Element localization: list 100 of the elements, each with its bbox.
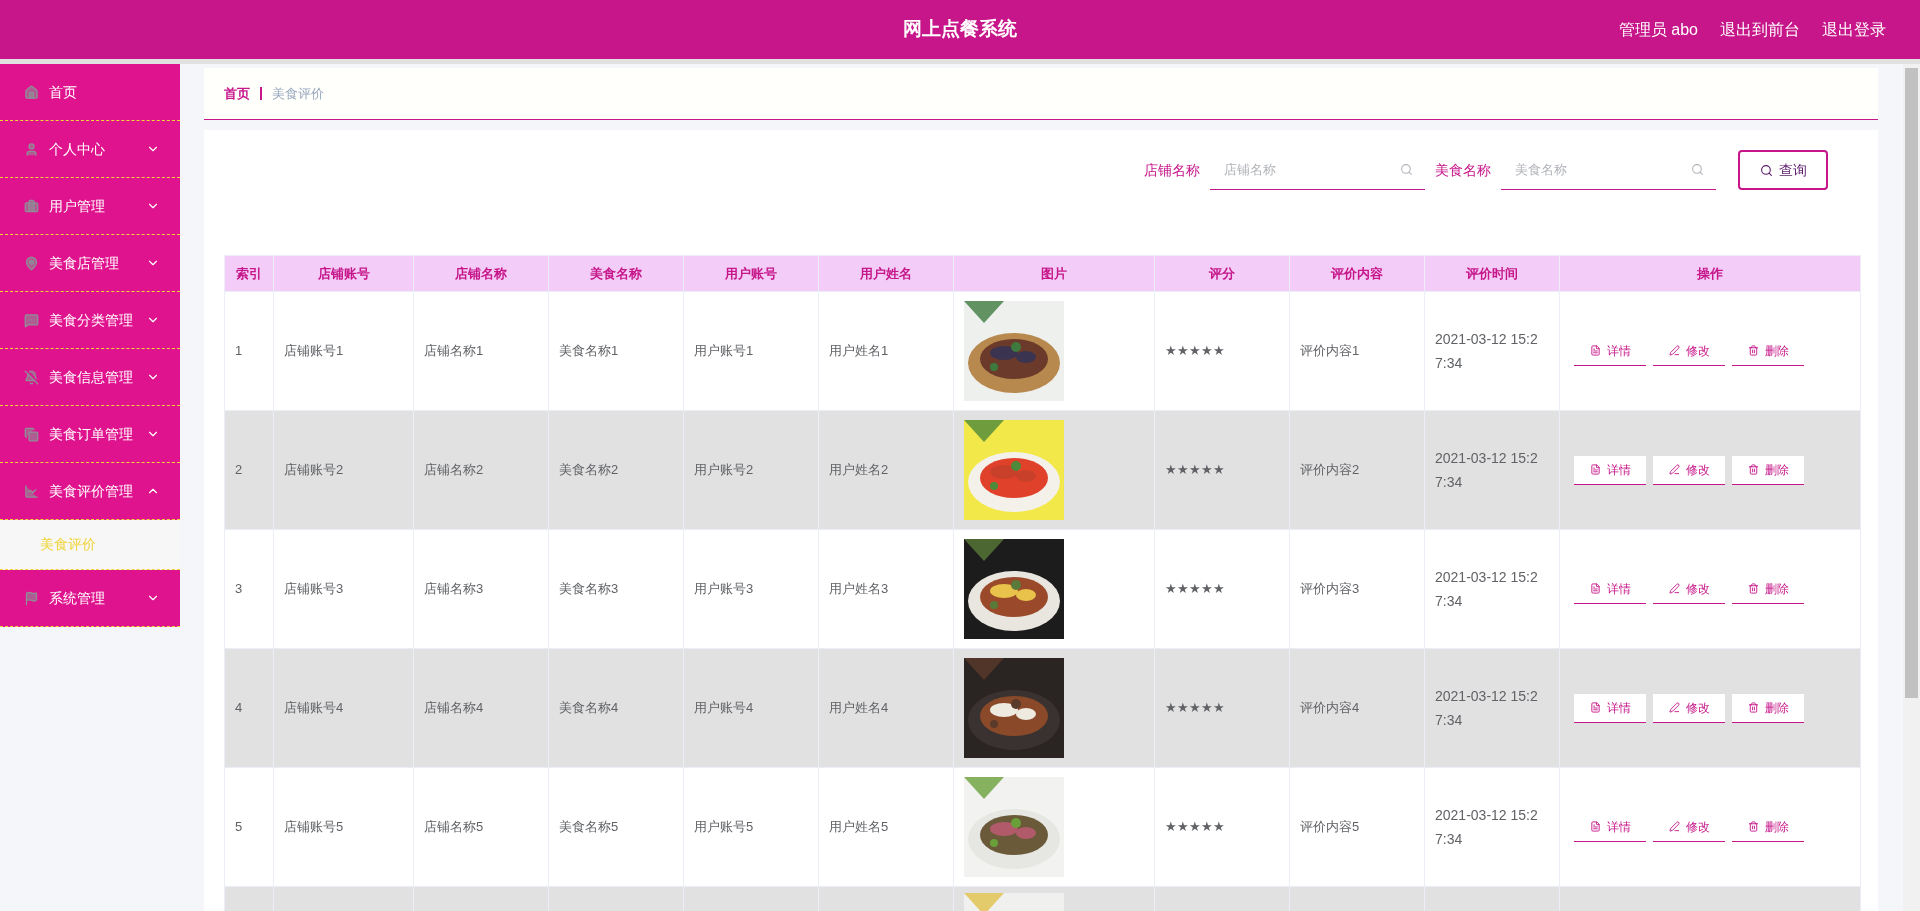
table-cell: 店铺账号1: [273, 291, 414, 411]
table-cell: 2021-03-12 15:27:34: [1424, 529, 1560, 649]
table-cell: 店铺账号4: [273, 648, 414, 768]
briefcase-icon: [24, 198, 39, 214]
sidebar-item[interactable]: 美食分类管理: [0, 292, 180, 349]
table-cell: 美食名称5: [548, 767, 684, 887]
search-icon: [1691, 163, 1704, 176]
sidebar-item[interactable]: 美食订单管理: [0, 406, 180, 463]
copy-icon: [24, 426, 39, 442]
pen-icon: [1668, 583, 1680, 594]
table-cell: 2: [224, 410, 274, 530]
action-button[interactable]: 删除: [1732, 455, 1804, 485]
header-link[interactable]: 退出登录: [1822, 17, 1886, 42]
trash-icon: [1747, 702, 1759, 713]
column-header: 评价时间: [1424, 255, 1560, 292]
column-header: 评价内容: [1289, 255, 1425, 292]
rating-cell: ★★★★★: [1154, 767, 1290, 887]
search-field[interactable]: 店铺名称: [1210, 150, 1425, 190]
document-icon: [1589, 464, 1601, 475]
rating-cell: ★★★★★: [1154, 410, 1290, 530]
action-button[interactable]: 详情: [1574, 455, 1646, 485]
table-cell: 店铺账号2: [273, 410, 414, 530]
table-cell: 用户账号2: [683, 410, 819, 530]
action-button[interactable]: 修改: [1653, 693, 1725, 723]
action-button[interactable]: 修改: [1653, 455, 1725, 485]
pen-icon: [1668, 702, 1680, 713]
table-cell: 店铺名称2: [413, 410, 549, 530]
pen-icon: [1668, 464, 1680, 475]
table-cell: 评价内容5: [1289, 767, 1425, 887]
header-link[interactable]: 退出到前台: [1720, 17, 1800, 42]
home-icon: [24, 84, 39, 100]
table-cell: 评价内容4: [1289, 648, 1425, 768]
search-icon: [1400, 163, 1413, 176]
field-label: 美食名称: [1435, 160, 1491, 180]
table-cell: 用户姓名1: [818, 291, 954, 411]
table-cell: 评价内容2: [1289, 410, 1425, 530]
field-label: 店铺名称: [1144, 160, 1200, 180]
column-header: 店铺账号: [273, 255, 414, 292]
sidebar-item[interactable]: 系统管理: [0, 570, 180, 627]
table-cell: 店铺名称1: [413, 291, 549, 411]
pin-icon: [24, 255, 39, 271]
breadcrumb-link[interactable]: 首页: [224, 83, 250, 104]
sidebar-item[interactable]: 美食信息管理: [0, 349, 180, 406]
column-header: 用户账号: [683, 255, 819, 292]
column-header: 用户姓名: [818, 255, 954, 292]
search-field[interactable]: 美食名称: [1501, 150, 1716, 190]
search-icon: [1759, 163, 1773, 177]
sidebar-item[interactable]: 美食店管理: [0, 235, 180, 292]
trash-icon: [1747, 464, 1759, 475]
table-cell: 4: [224, 648, 274, 768]
table-cell: 用户账号5: [683, 767, 819, 887]
table-cell: 美食名称4: [548, 648, 684, 768]
flag-icon: [24, 590, 39, 606]
table-cell: 1: [224, 291, 274, 411]
rating-cell: ★★★★★: [1154, 648, 1290, 768]
sidebar-item[interactable]: 首页: [0, 64, 180, 121]
table-cell: 店铺名称3: [413, 529, 549, 649]
action-button[interactable]: 删除: [1732, 693, 1804, 723]
sidebar-item[interactable]: 个人中心: [0, 121, 180, 178]
column-header: 店铺名称: [413, 255, 549, 292]
table-cell: 用户姓名3: [818, 529, 954, 649]
table-cell: 用户账号1: [683, 291, 819, 411]
table-cell: 美食名称2: [548, 410, 684, 530]
trash-icon: [1747, 345, 1759, 356]
trash-icon: [1747, 583, 1759, 594]
sidebar-item[interactable]: 美食评价管理: [0, 463, 180, 520]
table-cell: 2021-03-12 15:27:34: [1424, 291, 1560, 411]
rating-cell: ★★★★★: [1154, 291, 1290, 411]
table-cell: 店铺账号5: [273, 767, 414, 887]
column-header: 评分: [1154, 255, 1290, 292]
chat-icon: [24, 312, 39, 328]
document-icon: [1589, 821, 1601, 832]
user-icon: [24, 141, 39, 157]
table-cell: 店铺名称4: [413, 648, 549, 768]
action-button[interactable]: 详情: [1574, 693, 1646, 723]
table-cell: 3: [224, 529, 274, 649]
chart-icon: [24, 483, 39, 499]
app-title: 网上点餐系统: [903, 17, 1017, 42]
sidebar-item[interactable]: 用户管理: [0, 178, 180, 235]
table-cell: 5: [224, 767, 274, 887]
column-header: 索引: [224, 255, 274, 292]
scrollbar[interactable]: [1903, 64, 1920, 911]
bell-off-icon: [24, 369, 39, 385]
pen-icon: [1668, 345, 1680, 356]
query-button[interactable]: 查询: [1738, 150, 1828, 190]
column-header: 操作: [1559, 255, 1861, 292]
table-cell: 用户账号4: [683, 648, 819, 768]
pen-icon: [1668, 821, 1680, 832]
table-cell: 2021-03-12 15:27:34: [1424, 410, 1560, 530]
user-link[interactable]: 管理员 abo: [1618, 17, 1698, 42]
table-cell: 美食名称3: [548, 529, 684, 649]
table-cell: 2021-03-12 15:27:34: [1424, 648, 1560, 768]
document-icon: [1589, 345, 1601, 356]
column-header: 美食名称: [548, 255, 684, 292]
document-icon: [1589, 583, 1601, 594]
table-cell: 店铺账号3: [273, 529, 414, 649]
trash-icon: [1747, 821, 1759, 832]
table-cell: 评价内容1: [1289, 291, 1425, 411]
table-cell: 用户姓名4: [818, 648, 954, 768]
table-cell: 店铺名称5: [413, 767, 549, 887]
